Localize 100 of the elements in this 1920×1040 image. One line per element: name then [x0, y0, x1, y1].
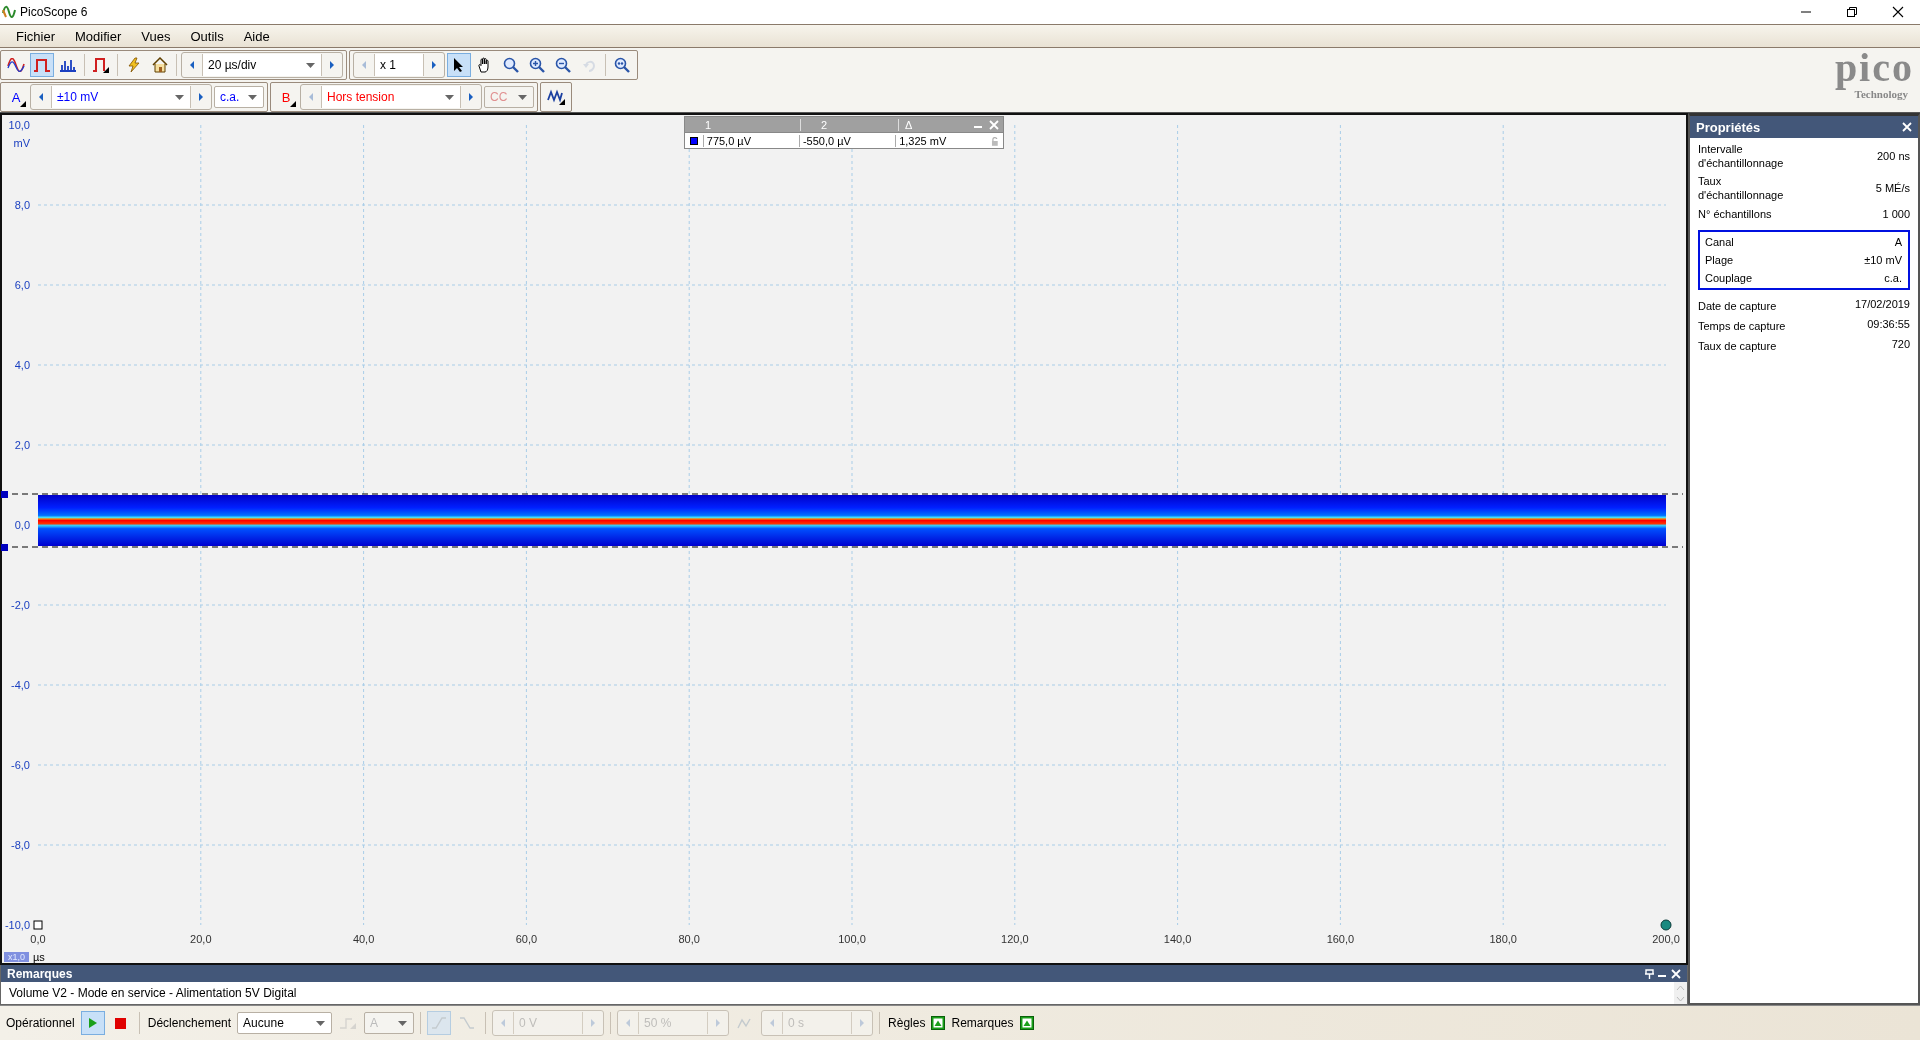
range-dropdown[interactable]: ±10 mV [51, 86, 191, 108]
right-arrow-icon [467, 92, 475, 102]
caret-icon [306, 62, 315, 68]
table-cell: 775,0 µV [702, 134, 799, 147]
tool-button[interactable] [447, 53, 471, 77]
table-cell: 1,325 mV [895, 134, 992, 147]
y-axis-label: 0,0 [14, 519, 30, 531]
company-logo: pico Technology [1834, 48, 1914, 102]
lightning-icon [126, 57, 142, 73]
column-header: 2 [801, 118, 899, 131]
right-arrow-icon [197, 92, 205, 102]
x-axis-unit: µs [33, 951, 45, 963]
caret-icon [445, 94, 454, 100]
x-axis-label: 120,0 [1001, 933, 1029, 945]
y-axis-label: 10,0 [8, 119, 30, 131]
property-label: Temps de capture [1698, 319, 1786, 333]
trigger-marker[interactable] [1660, 919, 1672, 931]
y-axis-label: 6,0 [14, 279, 30, 291]
pin-icon[interactable] [1645, 968, 1654, 979]
mode-button[interactable] [30, 53, 54, 77]
falling-edge-icon [459, 1016, 476, 1030]
rulers-label[interactable]: Règles [888, 1016, 926, 1030]
coupling-dropdown[interactable]: c.a. [214, 86, 264, 108]
left-arrow-icon [37, 92, 45, 102]
menu-item[interactable]: Outils [180, 26, 234, 46]
expand-panel-icon[interactable] [1019, 1016, 1034, 1030]
property-value: ±10 mV [1864, 254, 1902, 266]
restore-icon[interactable] [1846, 6, 1858, 18]
zoom-out-icon [555, 57, 571, 73]
right-arrow-icon [589, 1018, 598, 1028]
trigger-label: Déclenchement [147, 1016, 232, 1030]
column-header: 1 [685, 118, 801, 131]
caret-icon [316, 1020, 326, 1026]
property-value: 200 ns [1876, 150, 1910, 162]
ruler-line[interactable] [1, 544, 1684, 551]
zoom-field[interactable]: x 1 [374, 54, 424, 76]
menu-item[interactable]: Aide [233, 26, 280, 46]
property-label: Canal [1705, 235, 1734, 249]
ruler-line[interactable] [1, 491, 1684, 498]
column-header: Δ [904, 118, 914, 131]
left-arrow-icon [307, 92, 315, 102]
left-arrow-icon [624, 1018, 633, 1028]
property-value: 17/02/2019 [1854, 298, 1910, 310]
caret-icon [248, 94, 257, 100]
notes-label[interactable]: Remarques [951, 1016, 1014, 1030]
caret-icon [518, 94, 527, 100]
expand-panel-icon[interactable] [931, 1016, 946, 1030]
x-axis-label: 0,0 [30, 933, 46, 945]
wave-icon [546, 88, 566, 106]
y-axis-label: -2,0 [11, 599, 30, 611]
range-dropdown[interactable]: Hors tension [321, 86, 461, 108]
menu-item[interactable]: Fichier [6, 26, 65, 46]
property-label: Date de capture [1698, 299, 1777, 313]
caret-icon [175, 94, 184, 100]
rising-edge-icon [431, 1016, 448, 1030]
home-icon [152, 57, 168, 73]
x-axis-label: 80,0 [678, 933, 700, 945]
run-button[interactable] [80, 1011, 105, 1035]
property-label: Intervalle d'échantillonnage [1698, 142, 1785, 170]
table-cell: -550,0 µV [798, 134, 896, 147]
status-label: Opérationnel [6, 1016, 75, 1030]
trigger-mode-dropdown[interactable]: Aucune [237, 1012, 333, 1034]
close-icon[interactable] [1892, 6, 1904, 18]
window-title: PicoScope 6 [20, 5, 88, 19]
property-label: Taux d'échantillonnage [1698, 174, 1785, 202]
x-axis-label: 40,0 [352, 933, 375, 945]
menu-item[interactable]: Modifier [65, 26, 132, 46]
bar-spectrum-icon [59, 58, 77, 72]
property-value: 1 000 [1882, 208, 1910, 220]
x-axis-label: 100,0 [838, 933, 866, 945]
y-axis-label: -6,0 [11, 759, 30, 771]
property-label: N° échantillons [1698, 207, 1772, 221]
zigzag-icon [737, 1016, 754, 1030]
zoom-in-icon [529, 57, 545, 73]
pulse-icon [33, 58, 51, 72]
y-axis-label: -8,0 [11, 839, 30, 851]
trigger-type-icon [339, 1016, 358, 1030]
timebase-dropdown[interactable]: 20 µs/div [202, 54, 322, 76]
x-axis-label: 200,0 [1652, 933, 1680, 945]
menu-item[interactable]: Vues [131, 26, 181, 46]
property-value: c.a. [1884, 272, 1902, 284]
property-value: A [1894, 236, 1902, 248]
property-value: 5 MÉ/s [1875, 182, 1910, 194]
notes-text[interactable]: Volume V2 - Mode en service - Alimentation 5V Digital [9, 986, 297, 1000]
caret-icon [398, 1020, 408, 1026]
left-arrow-icon [499, 1018, 508, 1028]
time-origin-marker[interactable] [33, 920, 43, 930]
y-axis-label: 4,0 [14, 359, 30, 371]
y-axis-label: 2,0 [14, 439, 30, 451]
zoom-factor-badge: x1,0 [4, 952, 29, 962]
corner-triangle-icon [20, 101, 26, 107]
x-axis-label: 20,0 [190, 933, 212, 945]
y-axis-label: -4,0 [11, 679, 30, 691]
channel-button[interactable]: A [4, 85, 28, 109]
sine-wave-icon [7, 58, 25, 72]
y-axis-label: -10,0 [4, 919, 30, 931]
pulse-icon [91, 56, 111, 74]
x-axis-label: 60,0 [515, 933, 538, 945]
channel-button[interactable]: B [274, 85, 298, 109]
magnifier-icon [503, 57, 519, 73]
